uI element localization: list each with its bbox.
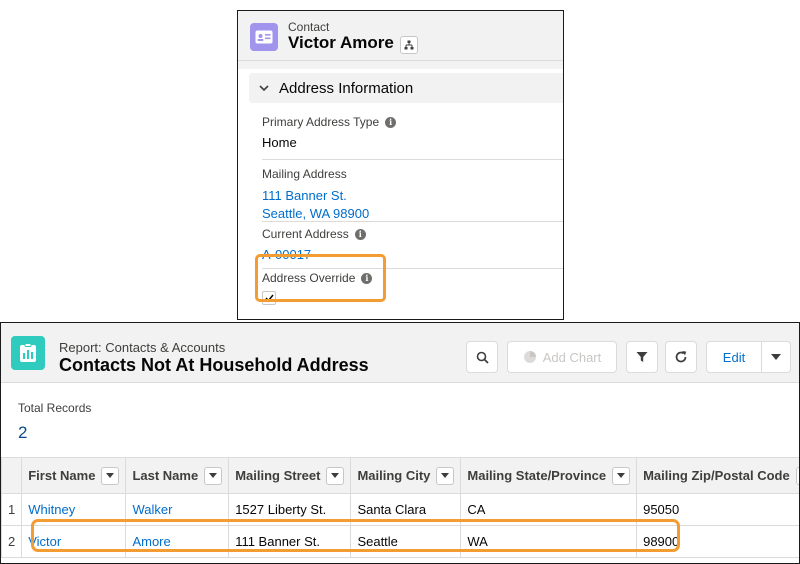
column-header-mailing-state[interactable]: Mailing State/Province [460, 457, 638, 494]
chevron-down-icon [106, 473, 115, 478]
edit-button[interactable]: Edit [706, 341, 762, 373]
primary-address-type-field: Primary Address Type i Home [262, 115, 563, 160]
column-menu-button[interactable] [436, 466, 455, 485]
column-header-mailing-street[interactable]: Mailing Street [228, 457, 352, 494]
record-title: Victor Amore [288, 33, 394, 52]
chevron-down-icon [617, 473, 626, 478]
chevron-down-icon [441, 473, 450, 478]
chevron-down-icon [331, 473, 340, 478]
info-icon[interactable]: i [385, 116, 397, 128]
contact-header: Contact Victor Amore [238, 11, 563, 61]
column-menu-button[interactable] [612, 466, 631, 485]
field-label: Mailing Address [262, 167, 347, 181]
chevron-down-icon [209, 473, 218, 478]
field-label: Current Address [262, 227, 349, 241]
search-button[interactable] [466, 341, 498, 373]
more-actions-button[interactable] [761, 341, 791, 373]
contact-card-icon [250, 23, 278, 51]
hierarchy-icon [404, 40, 414, 50]
column-menu-button[interactable] [795, 466, 799, 485]
column-header-mailing-zip[interactable]: Mailing Zip/Postal Code [636, 457, 799, 494]
report-icon [11, 336, 45, 370]
add-chart-label: Add Chart [542, 349, 602, 365]
column-menu-button[interactable] [101, 466, 120, 485]
chart-icon [523, 351, 536, 363]
field-value: Home [262, 135, 297, 150]
mailing-address-field: Mailing Address 111 Banner St. Seattle, … [262, 167, 563, 223]
filter-icon [636, 352, 648, 362]
row-number-header [1, 457, 23, 494]
column-menu-button[interactable] [204, 466, 223, 485]
report-title: Contacts Not At Household Address [59, 355, 369, 375]
report-summary: Total Records 2 [1, 383, 799, 453]
total-records-label: Total Records [18, 401, 92, 415]
search-icon [476, 351, 489, 364]
row-number: 2 [1, 525, 23, 558]
report-type: Report: Contacts & Accounts [59, 340, 226, 355]
column-header-mailing-city[interactable]: Mailing City [350, 457, 462, 494]
info-icon[interactable]: i [354, 228, 366, 240]
column-menu-button[interactable] [326, 466, 345, 485]
add-chart-button[interactable]: Add Chart [507, 341, 617, 373]
report-header: Report: Contacts & Accounts Contacts Not… [1, 323, 799, 383]
chevron-down-icon [771, 354, 781, 360]
hierarchy-button[interactable] [400, 36, 418, 54]
table-header-row: First Name Last Name Mailing Street Mail… [1, 457, 799, 494]
total-records-value: 2 [18, 423, 28, 442]
column-header-last-name[interactable]: Last Name [125, 457, 230, 494]
record-object-type: Contact [288, 20, 330, 34]
edit-label: Edit [722, 349, 746, 365]
column-header-first-name[interactable]: First Name [21, 457, 127, 494]
highlight-box [31, 519, 680, 552]
mailing-address-link[interactable]: 111 Banner St. Seattle, WA 98900 [262, 187, 563, 223]
chevron-down-icon [259, 85, 269, 92]
address-information-section-toggle[interactable]: Address Information [249, 73, 563, 103]
refresh-button[interactable] [665, 341, 697, 373]
highlight-box [255, 254, 386, 302]
row-number: 1 [1, 493, 23, 526]
section-title: Address Information [279, 80, 414, 97]
filter-button[interactable] [626, 341, 658, 373]
refresh-icon [675, 351, 687, 363]
field-label: Primary Address Type [262, 115, 380, 129]
